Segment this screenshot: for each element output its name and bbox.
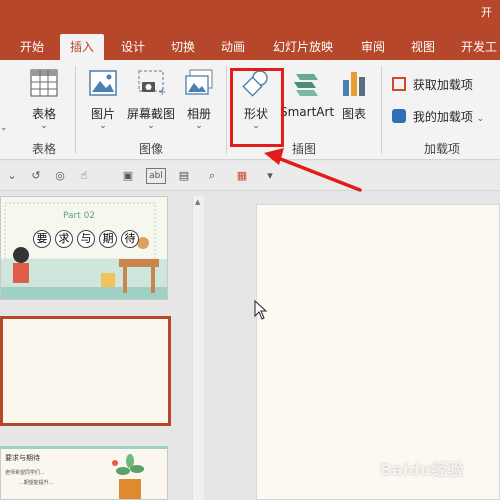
smartart-button[interactable]: SmartArt [280,68,335,119]
picture-label: 图片 [90,107,115,121]
get-addins-button[interactable]: 获取加载项 [392,76,500,93]
chevron-down-icon: ⌄ [99,121,107,131]
slide-icon[interactable]: ▦ [234,168,250,184]
my-addins-label: 我的加载项 [412,110,473,124]
slide1-char: 求 [55,230,73,248]
picture-icon [89,70,117,96]
smartart-icon [294,74,318,96]
plant-icon [112,454,144,499]
tab-transitions[interactable]: 切换 [164,34,202,60]
addin-icon [392,109,406,123]
album-label: 相册 [186,107,211,121]
customize-icon[interactable]: ▾ [262,168,278,184]
table-label: 表格 [31,107,56,121]
touch-mode-icon[interactable]: ☝ [76,168,92,184]
find-icon[interactable]: ⌕ [204,168,220,184]
tab-insert[interactable]: 插入 [60,34,104,60]
tab-view[interactable]: 视图 [404,34,442,60]
chevron-down-icon: ⌄ [40,121,48,131]
thumbnail-scrollbar[interactable]: ▲ [192,196,204,500]
undo-icon[interactable]: ↺ [28,168,44,184]
highlight-box [230,68,284,147]
group-label-tables: 表格 [31,142,56,156]
table-button[interactable]: 表格 ⌄ [20,68,68,131]
slide3-title: 要求与期待 [5,454,40,462]
table-icon [30,69,58,97]
slide-thumbnail-2[interactable] [0,316,171,426]
chart-label: 图表 [341,107,366,121]
my-addins-button[interactable]: 我的加载项 ⌄ [392,108,500,125]
album-button[interactable]: 相册 ⌄ [180,68,218,131]
tab-animations[interactable]: 动画 [214,34,252,60]
picture-button[interactable]: 图片 ⌄ [84,68,122,131]
store-icon [392,77,406,91]
chevron-down-icon: ⌄ [476,114,485,124]
group-label-addins: 加载项 [423,142,460,156]
present-icon[interactable]: ◎ [52,168,68,184]
chevron-down-icon: ⌄ [147,121,155,131]
chevron-down-icon: ⌄ [0,123,8,133]
window-title: 开 [481,6,492,19]
get-addins-label: 获取加载项 [412,78,473,92]
slide1-char: 与 [77,230,95,248]
main-slide[interactable] [256,204,500,500]
scroll-up-icon[interactable]: ▲ [195,198,203,206]
screenshot-button[interactable]: + 屏幕截图 ⌄ [124,68,178,131]
chevron-down-icon: ⌄ [195,121,203,131]
tab-design[interactable]: 设计 [114,34,152,60]
slide1-char: 期 [99,230,117,248]
slide1-part-label: Part 02 [63,211,96,221]
slide3-line1: 老师希望同学们... [5,470,45,476]
tab-home[interactable]: 开始 [14,34,50,60]
group-separator [226,66,227,154]
screenshot-icon: + [138,70,166,98]
album-icon [185,69,213,95]
picture-icon[interactable]: ▣ [120,168,136,184]
group-separator [381,66,382,154]
tab-developer[interactable]: 开发工 [454,34,500,60]
group-separator [75,66,76,154]
slide-thumbnail-3[interactable]: 要求与期待 老师希望同学们... ...期望能提升... [0,446,168,500]
group-label-images: 图像 [138,142,163,156]
ribbon-tabs: 开始 插入 设计 切换 动画 幻灯片放映 审阅 视图 开发工 [0,34,500,60]
textbox-icon[interactable]: abl [146,168,166,184]
cursor-icon [254,300,268,320]
chart-icon [343,72,365,96]
quick-access-toolbar: ⌄ ↺ ◎ ☝ ▣ abl ▤ ⌕ ▦ ▾ [0,161,500,191]
toolbar-chevron-icon: ⌄ [7,169,17,182]
slide1-char: 要 [33,230,51,248]
slide-thumbnail-1[interactable]: Part 02 要 求 与 期 待 [0,196,168,300]
title-bar: 开 [0,0,500,34]
watermark: Baidu经验 [380,460,464,479]
slide1-char: 待 [121,230,139,248]
svg-text:+: + [158,87,166,98]
slide3-line2: ...期望能提升... [19,480,54,486]
layout-icon[interactable]: ▤ [176,168,192,184]
tab-slideshow[interactable]: 幻灯片放映 [264,34,342,60]
screenshot-label: 屏幕截图 [126,107,175,121]
smartart-label: SmartArt [280,105,335,119]
chart-button[interactable]: 图表 [336,68,372,122]
tab-review[interactable]: 审阅 [354,34,392,60]
